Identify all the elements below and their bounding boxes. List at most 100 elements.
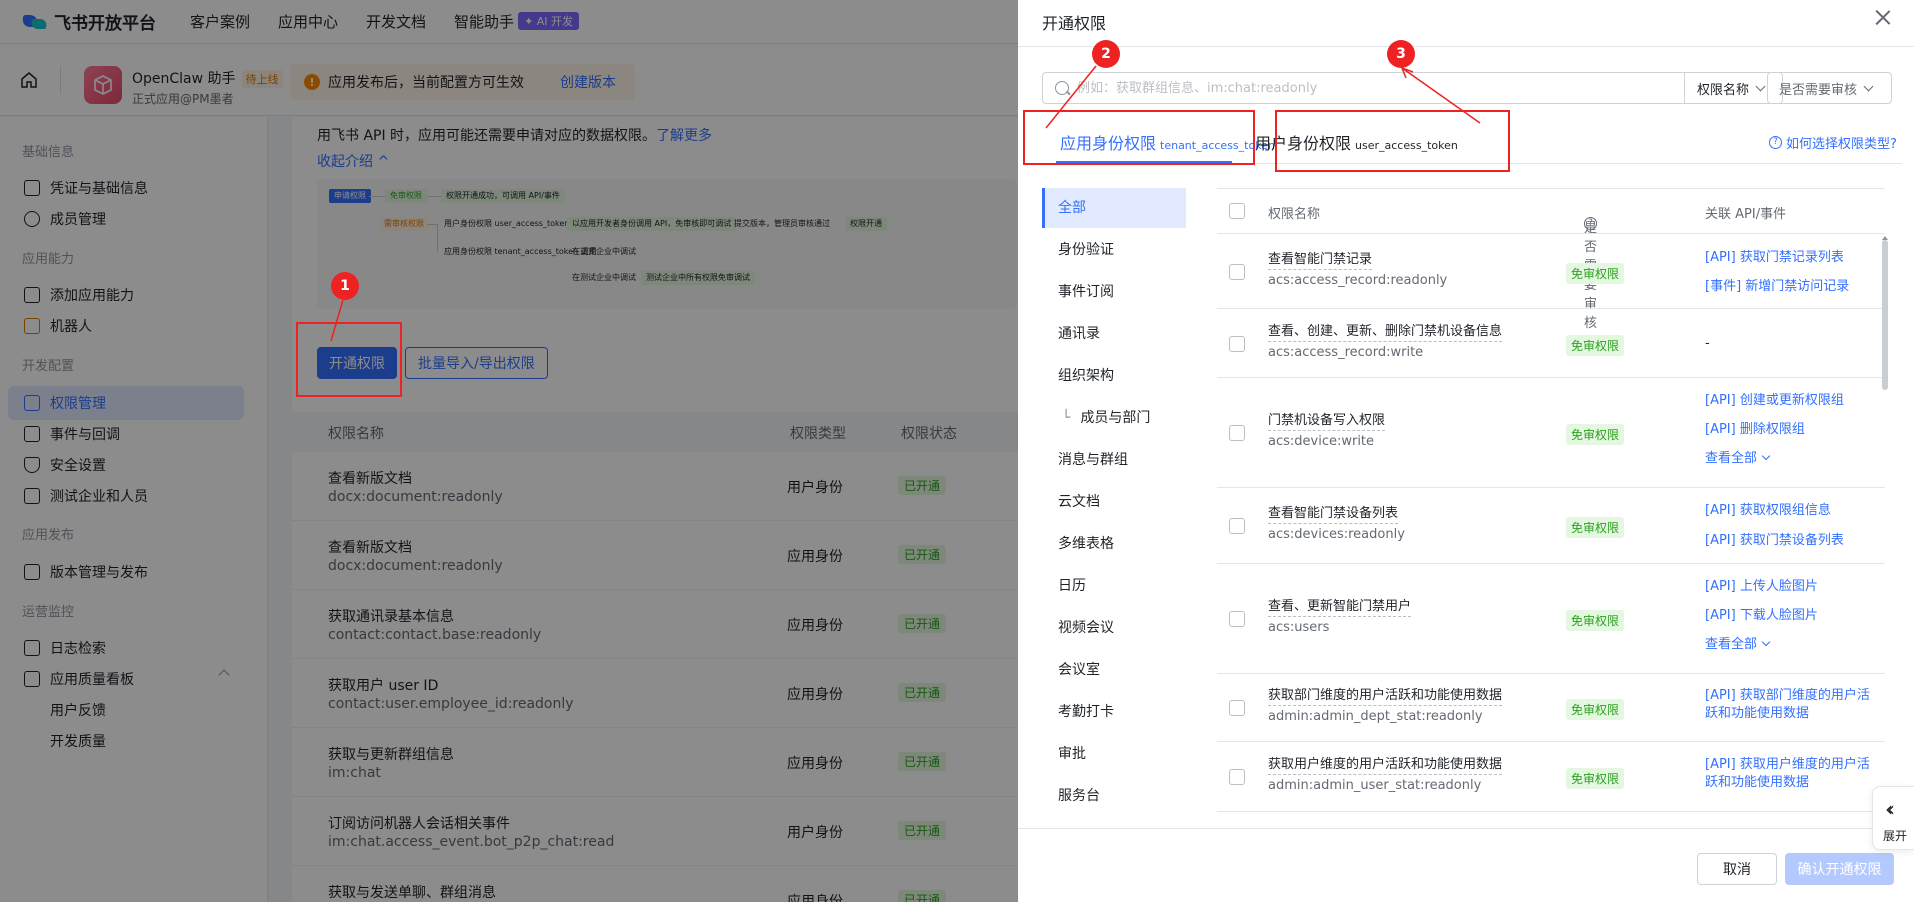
drawer-title: 开通权限	[1042, 14, 1107, 33]
no-review-badge: 免审权限	[1566, 610, 1625, 631]
chevron-down-icon	[1761, 637, 1771, 647]
chevron-down-icon	[1863, 81, 1874, 91]
no-review-badge: 免审权限	[1566, 517, 1625, 538]
permission-table: 权限名称 是否需要审核 ? 关联 API/事件 查看智能门禁记录 acs:acc…	[1217, 188, 1885, 828]
col-api: 关联 API/事件	[1705, 207, 1787, 222]
row-checkbox[interactable]	[1229, 425, 1245, 441]
select-all-checkbox[interactable]	[1229, 203, 1245, 219]
permission-name: 获取用户维度的用户活跃和功能使用数据	[1268, 756, 1503, 775]
category-attendance[interactable]: 考勤打卡	[1042, 692, 1186, 732]
category-all[interactable]: 全部	[1042, 188, 1186, 228]
permission-type-help-link[interactable]: ? 如何选择权限类型?	[1769, 133, 1897, 152]
event-link[interactable]: [事件] 新增门禁访问记录	[1705, 278, 1875, 296]
permission-key: admin:admin_dept_stat:readonly	[1268, 709, 1483, 724]
annotation-marker-2: 2	[1092, 40, 1120, 68]
api-link[interactable]: [API] 获取用户维度的用户活跃和功能使用数据	[1705, 756, 1875, 792]
row-checkbox[interactable]	[1229, 518, 1245, 534]
category-auth[interactable]: 身份验证	[1042, 230, 1186, 270]
api-link[interactable]: [API] 上传人脸图片	[1705, 578, 1875, 596]
view-all-link[interactable]: 查看全部	[1705, 636, 1875, 654]
annotation-marker-1: 1	[331, 272, 359, 300]
no-review-badge: 免审权限	[1566, 263, 1625, 284]
permission-key: acs:device:write	[1268, 434, 1375, 449]
annotation-box-open-button	[296, 322, 402, 397]
annotation-box-app-tab	[1023, 110, 1255, 165]
review-filter-select[interactable]: 是否需要审核	[1767, 72, 1892, 104]
annotation-box-user-tab	[1275, 110, 1510, 172]
category-helpdesk[interactable]: 服务台	[1042, 776, 1186, 816]
api-link[interactable]: [API] 删除权限组	[1705, 421, 1875, 439]
select-value: 权限名称	[1697, 82, 1750, 98]
row-checkbox[interactable]	[1229, 769, 1245, 785]
category-messaging[interactable]: 消息与群组	[1042, 440, 1186, 480]
permission-name: 查看智能门禁设备列表	[1268, 505, 1399, 524]
api-link[interactable]: [API] 获取部门维度的用户活跃和功能使用数据	[1705, 687, 1875, 723]
category-members-depts[interactable]: └ 成员与部门	[1042, 398, 1186, 438]
row-checkbox[interactable]	[1229, 336, 1245, 352]
select-value: 是否需要审核	[1779, 82, 1858, 98]
double-chevron-left-icon: ‹‹	[1885, 797, 1895, 821]
table-row: 查看、更新智能门禁用户 acs:users 免审权限 [API] 上传人脸图片 …	[1217, 564, 1885, 674]
table-row: 查看、创建、更新、删除门禁机设备信息 acs:access_record:wri…	[1217, 309, 1885, 378]
api-link[interactable]: [API] 获取权限组信息	[1705, 502, 1875, 520]
table-row: 获取用户维度的用户活跃和功能使用数据 admin:admin_user_stat…	[1217, 742, 1885, 812]
permission-key: acs:access_record:readonly	[1268, 273, 1448, 288]
divider	[1018, 46, 1914, 47]
permission-name: 查看智能门禁记录	[1268, 251, 1373, 270]
search-box: 权限名称	[1042, 72, 1783, 104]
api-link[interactable]: [API] 获取门禁记录列表	[1705, 249, 1875, 267]
row-checkbox[interactable]	[1229, 264, 1245, 280]
no-review-badge: 免审权限	[1566, 335, 1625, 356]
category-meeting-room[interactable]: 会议室	[1042, 650, 1186, 690]
category-docs[interactable]: 云文档	[1042, 482, 1186, 522]
category-approval[interactable]: 审批	[1042, 734, 1186, 774]
api-link[interactable]: [API] 获取门禁设备列表	[1705, 532, 1875, 550]
help-text: 如何选择权限类型?	[1786, 137, 1897, 152]
close-icon[interactable]	[1874, 8, 1892, 26]
row-checkbox[interactable]	[1229, 611, 1245, 627]
no-review-badge: 免审权限	[1566, 768, 1625, 789]
tree-branch-icon: └	[1062, 410, 1071, 426]
category-label: 成员与部门	[1080, 410, 1151, 426]
no-review-badge: 免审权限	[1566, 424, 1625, 445]
view-all-text: 查看全部	[1705, 637, 1758, 652]
table-row: 门禁机设备写入权限 acs:device:write 免审权限 [API] 创建…	[1217, 378, 1885, 488]
col-name: 权限名称	[1268, 207, 1321, 222]
category-calendar[interactable]: 日历	[1042, 566, 1186, 606]
search-icon	[1055, 81, 1069, 95]
drawer-footer: 取消 确认开通权限	[1018, 828, 1914, 902]
chevron-down-icon	[1761, 451, 1771, 461]
confirm-open-button[interactable]: 确认开通权限	[1785, 853, 1894, 885]
table-scrollbar[interactable]	[1882, 240, 1888, 390]
annotation-marker-3: 3	[1387, 40, 1415, 68]
no-api-placeholder: -	[1705, 336, 1710, 351]
table-header: 权限名称 是否需要审核 ? 关联 API/事件	[1217, 188, 1885, 331]
category-bitable[interactable]: 多维表格	[1042, 524, 1186, 564]
category-events[interactable]: 事件订阅	[1042, 272, 1186, 312]
category-contacts[interactable]: 通讯录	[1042, 314, 1186, 354]
question-icon[interactable]: ?	[1584, 217, 1597, 230]
api-link[interactable]: [API] 创建或更新权限组	[1705, 392, 1875, 410]
cancel-button[interactable]: 取消	[1697, 853, 1777, 885]
category-video-meeting[interactable]: 视频会议	[1042, 608, 1186, 648]
chevron-down-icon	[1755, 81, 1766, 91]
expand-panel-button[interactable]: ‹‹ 展开	[1872, 786, 1914, 850]
permission-name: 查看、更新智能门禁用户	[1268, 598, 1412, 617]
table-row: 获取部门维度的用户活跃和功能使用数据 admin:admin_dept_stat…	[1217, 674, 1885, 742]
permission-key: acs:users	[1268, 620, 1330, 635]
question-icon: ?	[1769, 136, 1782, 149]
search-input[interactable]	[1069, 73, 1782, 103]
no-review-badge: 免审权限	[1566, 699, 1625, 720]
table-row: 查看智能门禁设备列表 acs:devices:readonly 免审权限 [AP…	[1217, 488, 1885, 564]
row-checkbox[interactable]	[1229, 700, 1245, 716]
api-link[interactable]: [API] 下载人脸图片	[1705, 607, 1875, 625]
permission-name: 获取部门维度的用户活跃和功能使用数据	[1268, 687, 1503, 706]
view-all-link[interactable]: 查看全部	[1705, 450, 1875, 468]
permission-key: acs:access_record:write	[1268, 345, 1424, 360]
expand-label: 展开	[1883, 829, 1908, 843]
modal-mask[interactable]	[0, 0, 1020, 902]
table-row: 查看智能门禁记录 acs:access_record:readonly 免审权限…	[1217, 235, 1885, 309]
permission-key: acs:devices:readonly	[1268, 527, 1405, 542]
view-all-text: 查看全部	[1705, 451, 1758, 466]
category-org[interactable]: 组织架构	[1042, 356, 1186, 396]
